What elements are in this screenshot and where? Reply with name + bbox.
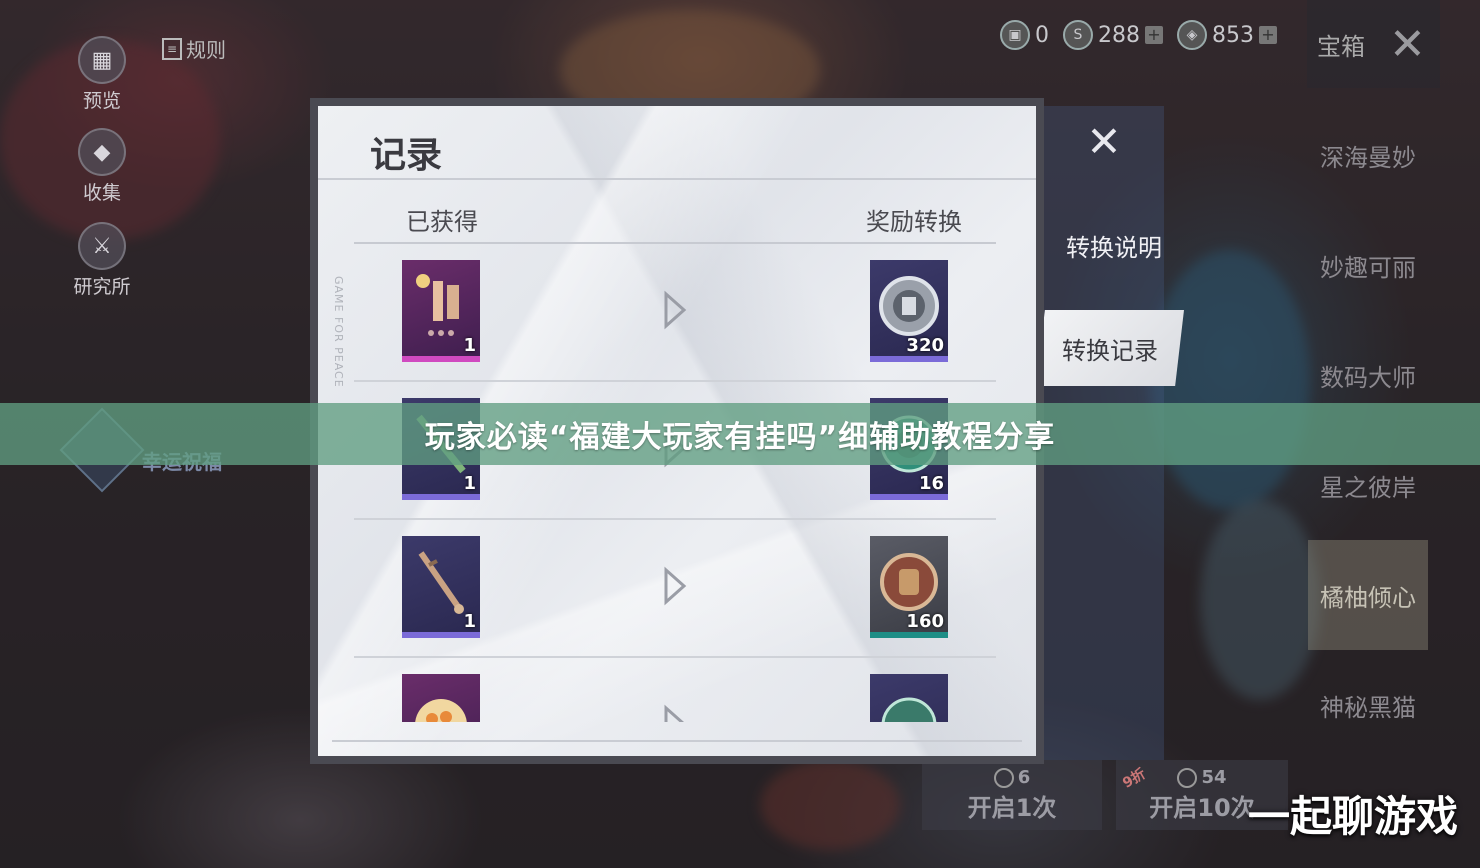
currency-bar: ▣ 0 S 288 + ◈ 853 + [1000, 20, 1277, 50]
green-token-icon [870, 682, 948, 722]
site-watermark: 一起聊游戏 [1247, 792, 1458, 841]
rarity-strip [870, 632, 948, 638]
silver-coin-icon [870, 268, 948, 344]
add-coin-button[interactable]: + [1145, 26, 1163, 44]
cost-value: 54 [1201, 767, 1227, 788]
institute-button[interactable]: ⚔ 研究所 [72, 222, 132, 299]
obtained-item[interactable]: 1 [402, 536, 480, 638]
record-row [354, 658, 996, 722]
record-list[interactable]: 1 320 1 16 1 160 [354, 244, 996, 722]
skin-item[interactable]: 神秘黑猫 [1308, 650, 1428, 760]
coin-icon: S [1063, 20, 1093, 50]
skin-item-selected[interactable]: 橘柚倾心 [1308, 540, 1428, 650]
item-count: 1 [463, 473, 476, 494]
currency-ticket: ◈ 853 + [1177, 20, 1277, 50]
ticket-amount: 853 [1212, 22, 1254, 48]
grid-icon: ▦ [78, 36, 126, 84]
dialog-side-text: GAME FOR PEACE [332, 276, 345, 388]
add-ticket-button[interactable]: + [1259, 26, 1277, 44]
open-once-cost: 6 [993, 767, 1031, 788]
discount-badge: 9折 [1120, 766, 1149, 792]
obtained-item[interactable] [402, 674, 480, 722]
rarity-strip [870, 356, 948, 362]
rarity-strip [870, 494, 948, 500]
item-count: 320 [906, 335, 944, 356]
close-icon: ✕ [1086, 116, 1122, 166]
food-plate-icon [402, 682, 480, 722]
skin-item[interactable]: 深海曼妙 [1308, 100, 1428, 210]
collect-label: 收集 [82, 182, 121, 204]
rules-button[interactable]: ≡ 规则 [162, 34, 226, 63]
collect-button[interactable]: ◆ 收集 [72, 128, 132, 205]
rifle-icon [402, 544, 480, 620]
rules-label: 规则 [186, 38, 226, 62]
open-ten-label: 开启10次 [1149, 794, 1255, 822]
card-icon: ▣ [1000, 20, 1030, 50]
obtained-item[interactable]: 1 [402, 260, 480, 362]
divider [332, 740, 1022, 742]
article-title-banner: 玩家必读“福建大玩家有挂吗”细辅助教程分享 [0, 403, 1480, 465]
record-row: 1 320 [354, 244, 996, 382]
close-icon[interactable]: ✕ [1389, 19, 1426, 70]
record-row: 1 160 [354, 520, 996, 658]
chevron-right-icon [664, 566, 687, 606]
open-ten-cost: 54 [1177, 767, 1227, 788]
reward-item[interactable]: 160 [870, 536, 948, 638]
tab-conversion-record[interactable]: 转换记录 [1036, 310, 1184, 386]
currency-coin: S 288 + [1063, 20, 1163, 50]
chevron-right-icon [664, 704, 685, 722]
tab-conversion-info[interactable]: 转换说明 [1044, 210, 1184, 280]
preview-button[interactable]: ▦ 预览 [72, 36, 132, 113]
rules-icon: ≡ [162, 37, 182, 60]
rarity-strip [402, 494, 480, 500]
item-count: 16 [918, 473, 944, 494]
treasure-header: 宝箱 ✕ [1307, 0, 1440, 88]
item-count: 1 [463, 611, 476, 632]
outfit-set-icon [402, 268, 480, 344]
treasure-label: 宝箱 [1317, 32, 1365, 61]
reward-item[interactable] [870, 674, 948, 722]
chevron-right-icon [664, 290, 687, 330]
cost-value: 6 [1017, 767, 1031, 788]
coin-icon [993, 767, 1014, 788]
divider [318, 178, 1036, 180]
coin-amount: 288 [1098, 22, 1140, 48]
item-count: 160 [906, 611, 944, 632]
coin-icon [1177, 767, 1198, 788]
rarity-strip [402, 632, 480, 638]
dialog-close-button[interactable]: ✕ [1078, 116, 1130, 166]
skin-item[interactable]: 妙趣可丽 [1308, 210, 1428, 320]
open-once-button[interactable]: 6 开启1次 [922, 760, 1102, 830]
diamond-icon: ◆ [78, 128, 126, 176]
armor-token-icon [870, 544, 948, 620]
institute-label: 研究所 [73, 276, 131, 298]
column-header-reward: 奖励转换 [866, 208, 962, 236]
card-amount: 0 [1035, 22, 1049, 48]
reward-item[interactable]: 320 [870, 260, 948, 362]
preview-label: 预览 [82, 90, 121, 112]
open-once-label: 开启1次 [967, 794, 1057, 822]
item-count: 1 [463, 335, 476, 356]
sword-icon: ⚔ [78, 222, 126, 270]
rarity-strip [402, 356, 480, 362]
ticket-icon: ◈ [1177, 20, 1207, 50]
currency-card: ▣ 0 [1000, 20, 1049, 50]
dialog-title: 记录 [370, 135, 443, 176]
column-header-obtained: 已获得 [406, 208, 478, 236]
